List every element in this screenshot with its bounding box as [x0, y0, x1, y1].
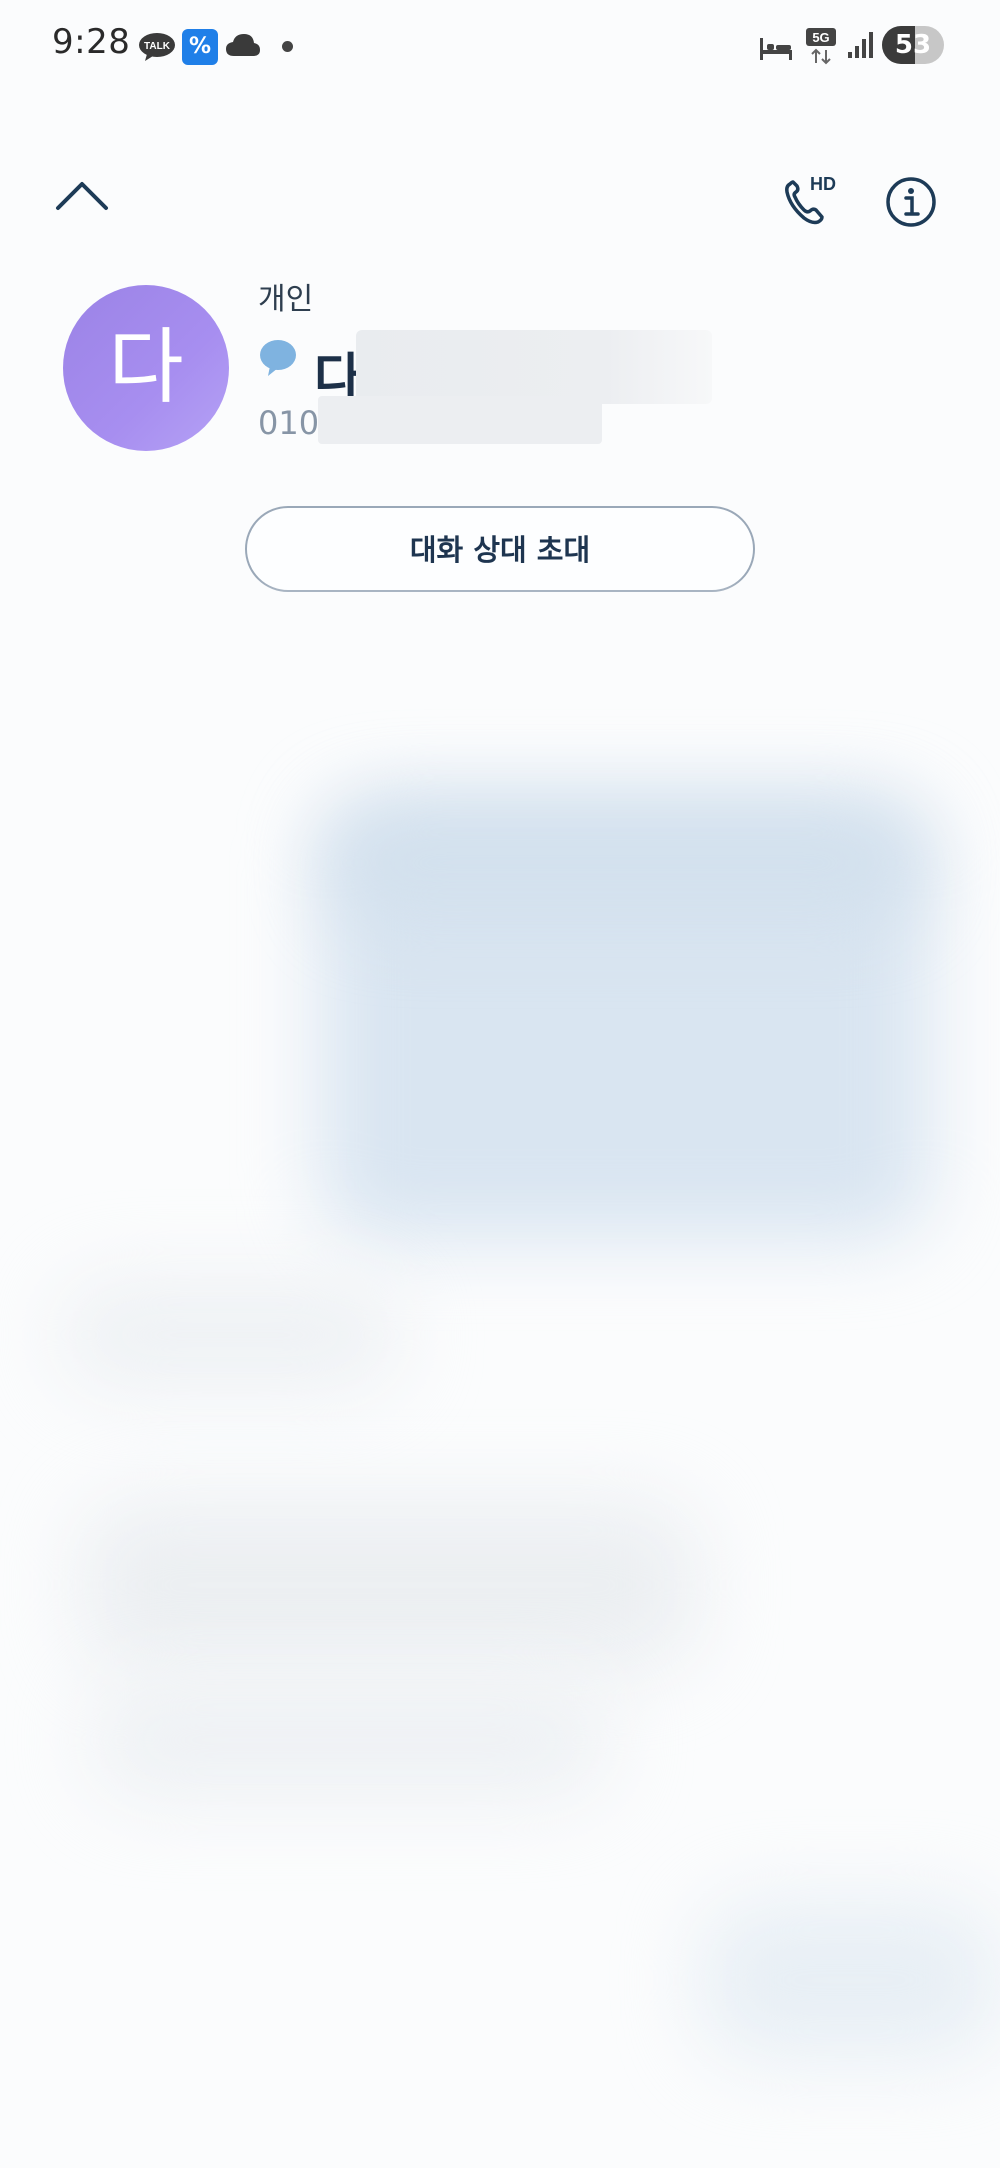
percent-app-icon: % [182, 29, 218, 65]
hd-label: HD [810, 174, 836, 194]
contact-phone[interactable]: 010 [258, 404, 319, 442]
contact-category: 개인 [258, 282, 314, 317]
blurred-row [700, 1900, 1000, 2060]
phone-redaction [318, 396, 602, 444]
percent-glyph: % [188, 34, 212, 59]
blurred-card-header [330, 808, 920, 918]
kakaotalk-bubble-icon [260, 340, 296, 376]
5g-icon: 5G [806, 28, 836, 65]
name-redaction [356, 330, 712, 404]
avatar: 다 [63, 285, 229, 451]
info-icon[interactable] [884, 175, 938, 229]
signal-icon [848, 32, 873, 58]
sleep-mode-icon [760, 38, 792, 60]
chevron-up-icon[interactable] [52, 170, 112, 220]
dot-icon [282, 41, 293, 52]
cloud-icon [226, 34, 260, 56]
status-time: 9:28 [52, 22, 131, 62]
battery-indicator: 53 [882, 26, 944, 64]
blurred-row [80, 1500, 700, 1670]
talk-badge-text: TALK [144, 41, 171, 52]
kakaotalk-icon: TALK [139, 33, 175, 61]
call-history-screen: 9:28 TALK % 5G 53 HD 다 개인 다 010 대화 상대 초대 [0, 0, 1000, 2168]
status-bar: 9:28 TALK % 5G 53 [0, 0, 1000, 90]
blurred-row [90, 1680, 610, 1800]
blurred-row [60, 1280, 400, 1390]
battery-level: 53 [894, 30, 932, 60]
avatar-letter: 다 [108, 320, 184, 415]
network-label: 5G [812, 30, 829, 45]
hd-call-button[interactable]: HD [780, 172, 842, 228]
